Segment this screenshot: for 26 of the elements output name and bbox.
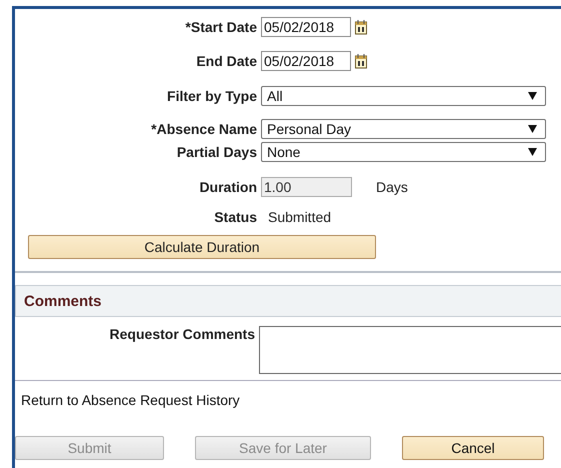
calculate-button[interactable]: Calculate Duration: [28, 235, 376, 259]
dropdown[interactable]: None: [261, 142, 546, 162]
dropdown[interactable]: Personal Day: [261, 119, 546, 139]
history-link[interactable]: Return to Absence Request History: [21, 392, 240, 408]
caret-icon: [528, 125, 537, 133]
field-label: End Date: [195, 53, 257, 69]
comments-field[interactable]: [259, 326, 561, 374]
action-button[interactable]: Cancel: [402, 436, 544, 460]
field-label: Status: [213, 209, 257, 225]
caret-icon: [528, 148, 537, 156]
field-label: Partial Days: [176, 144, 257, 160]
caret-icon: [528, 92, 537, 100]
calendar-icon[interactable]: [355, 20, 368, 34]
duration-field[interactable]: 1.00: [261, 177, 352, 197]
field-label: Filter by Type: [166, 88, 257, 104]
dropdown[interactable]: All: [261, 86, 546, 106]
field-label: Requestor Comments: [108, 326, 255, 342]
date-field[interactable]: 05/02/2018: [261, 17, 351, 37]
section-title: Comments: [24, 292, 102, 310]
field-label: *Absence Name: [150, 121, 257, 137]
field-label: *Start Date: [184, 19, 257, 35]
calendar-icon[interactable]: [355, 54, 368, 68]
field-label: Duration: [198, 179, 257, 195]
unit-label: Days: [376, 179, 408, 195]
status-value: Submitted: [268, 209, 332, 225]
date-field[interactable]: 05/02/2018: [261, 51, 351, 71]
